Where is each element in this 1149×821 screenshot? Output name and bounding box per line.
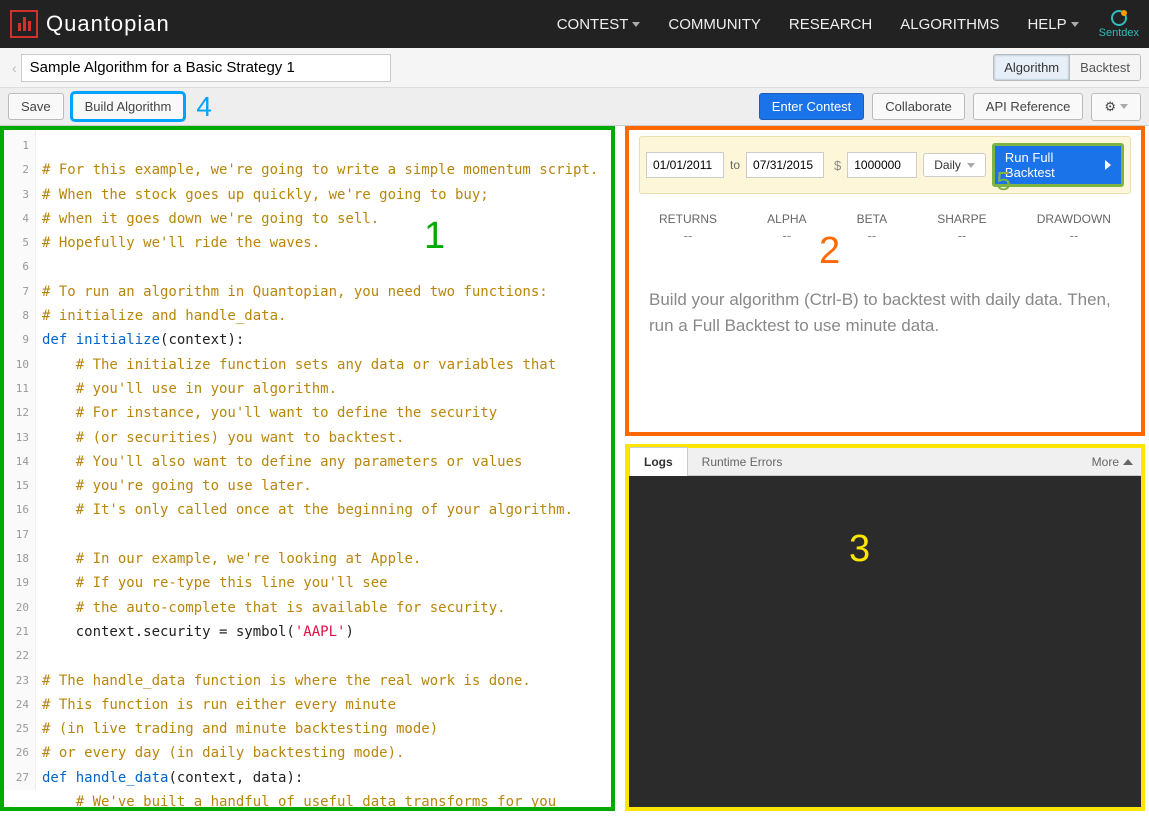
- metric-sharpe: SHARPE--: [937, 212, 986, 243]
- gear-icon: ⚙: [1104, 99, 1116, 115]
- console-panel: 3 Logs Runtime Errors More: [625, 444, 1145, 811]
- console-output[interactable]: [629, 476, 1141, 807]
- nav-contest[interactable]: CONTEST: [557, 16, 641, 33]
- tab-backtest[interactable]: Backtest: [1069, 55, 1140, 80]
- nav-community[interactable]: COMMUNITY: [668, 16, 761, 33]
- brand-name: Quantopian: [46, 11, 170, 37]
- chevron-up-icon: [1123, 459, 1133, 465]
- chevron-right-icon: [1105, 160, 1111, 170]
- caret-down-icon: [1071, 22, 1079, 27]
- nav-research[interactable]: RESEARCH: [789, 16, 872, 33]
- code-editor[interactable]: 1 12345678910111213141516171819202122232…: [0, 126, 615, 811]
- nav-back-icon[interactable]: ‹: [8, 60, 21, 76]
- date-to-label: to: [730, 158, 740, 172]
- toolbar: Save Build Algorithm 4 Enter Contest Col…: [0, 88, 1149, 126]
- metrics-row: RETURNS-- ALPHA-- BETA-- SHARPE-- DRAWDO…: [639, 194, 1131, 251]
- backtest-hint: Build your algorithm (Ctrl-B) to backtes…: [639, 251, 1131, 338]
- capital-input[interactable]: [847, 152, 917, 178]
- caret-down-icon: [967, 163, 975, 168]
- sentdex-watermark: Sentdex: [1099, 10, 1139, 39]
- settings-button[interactable]: ⚙: [1091, 93, 1141, 121]
- metric-beta: BETA--: [857, 212, 887, 243]
- tab-runtime-errors[interactable]: Runtime Errors: [688, 448, 797, 476]
- metric-drawdown: DRAWDOWN--: [1037, 212, 1111, 243]
- frequency-select[interactable]: Daily: [923, 153, 986, 177]
- caret-down-icon: [632, 22, 640, 27]
- backtest-controls: to $ Daily Run Full Backtest: [639, 136, 1131, 194]
- annotation-5: 5: [997, 166, 1011, 197]
- run-full-backtest-button[interactable]: Run Full Backtest: [992, 143, 1124, 187]
- main-nav: CONTEST COMMUNITY RESEARCH ALGORITHMS HE…: [557, 16, 1079, 33]
- nav-algorithms[interactable]: ALGORITHMS: [900, 16, 999, 33]
- main-area: 1 12345678910111213141516171819202122232…: [0, 126, 1149, 811]
- algorithm-title-input[interactable]: [21, 54, 391, 82]
- caret-down-icon: [1120, 104, 1128, 109]
- tab-algorithm[interactable]: Algorithm: [994, 55, 1069, 80]
- dollar-icon: $: [830, 158, 841, 173]
- backtest-panel: 2 5 to $ Daily Run Full Backtest RETURNS…: [625, 126, 1145, 436]
- date-from-input[interactable]: [646, 152, 724, 178]
- view-tabs: Algorithm Backtest: [993, 54, 1141, 81]
- tab-logs[interactable]: Logs: [629, 447, 688, 477]
- build-algorithm-button[interactable]: Build Algorithm: [72, 93, 185, 120]
- collaborate-button[interactable]: Collaborate: [872, 93, 965, 120]
- metric-alpha: ALPHA--: [767, 212, 806, 243]
- code-content[interactable]: # For this example, we're going to write…: [36, 130, 611, 811]
- annotation-4: 4: [196, 91, 212, 123]
- console-tabs: Logs Runtime Errors More: [629, 448, 1141, 476]
- date-to-input[interactable]: [746, 152, 824, 178]
- enter-contest-button[interactable]: Enter Contest: [759, 93, 865, 120]
- app-header: Quantopian CONTEST COMMUNITY RESEARCH AL…: [0, 0, 1149, 48]
- right-pane: 2 5 to $ Daily Run Full Backtest RETURNS…: [615, 126, 1149, 811]
- title-bar: ‹ Algorithm Backtest: [0, 48, 1149, 88]
- nav-help[interactable]: HELP: [1027, 16, 1078, 33]
- logo-icon: [10, 10, 38, 38]
- console-more-button[interactable]: More: [1092, 455, 1141, 469]
- metric-returns: RETURNS--: [659, 212, 717, 243]
- api-reference-button[interactable]: API Reference: [973, 93, 1084, 120]
- line-gutter: 1234567891011121314151617181920212223242…: [4, 130, 36, 790]
- save-button[interactable]: Save: [8, 93, 64, 120]
